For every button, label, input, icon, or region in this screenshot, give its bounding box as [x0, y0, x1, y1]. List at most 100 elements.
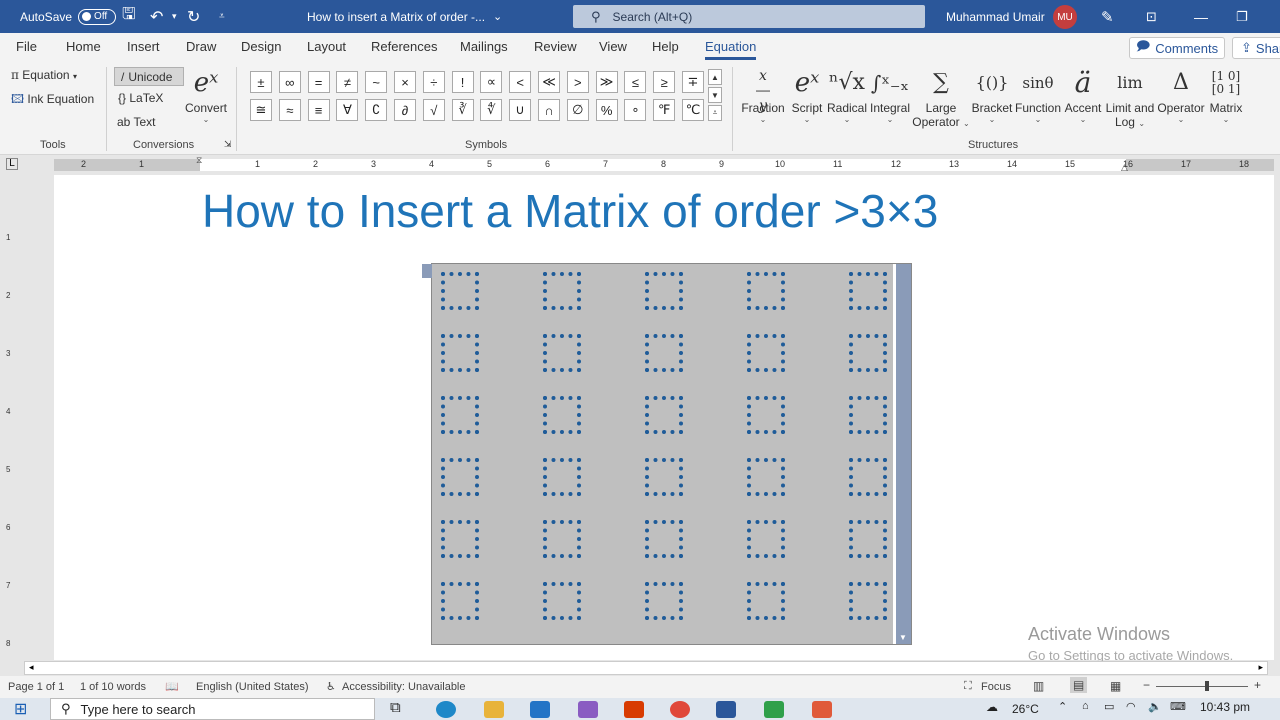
- gallery-up-icon[interactable]: ▲: [708, 69, 722, 85]
- convert-button[interactable]: eˣ Convert ⌄: [185, 65, 227, 124]
- matrix-placeholder[interactable]: [849, 520, 887, 558]
- matrix-placeholder[interactable]: [645, 334, 683, 372]
- matrix-placeholder[interactable]: [441, 334, 479, 372]
- accent-button[interactable]: ä Accent ⌄: [1062, 65, 1104, 124]
- symbol-button[interactable]: ∪: [509, 99, 532, 121]
- edge-icon[interactable]: [436, 701, 456, 718]
- matrix-placeholder[interactable]: [645, 520, 683, 558]
- battery-icon[interactable]: ▭: [1104, 700, 1114, 713]
- function-button[interactable]: sinθ Function ⌄: [1014, 65, 1062, 124]
- symbol-button[interactable]: ≠: [336, 71, 359, 93]
- tab-home[interactable]: Home: [66, 33, 101, 61]
- tray-chevron-icon[interactable]: ⌃: [1058, 700, 1067, 713]
- tab-references[interactable]: References: [371, 33, 437, 61]
- matrix-placeholder[interactable]: [645, 272, 683, 310]
- matrix-placeholder[interactable]: [441, 458, 479, 496]
- zoom-out-icon[interactable]: −: [1143, 678, 1150, 692]
- matrix-placeholder[interactable]: [645, 396, 683, 434]
- clock-time[interactable]: 10:43 pm: [1200, 700, 1250, 714]
- horizontal-ruler[interactable]: L 2 1 1 2 3 4 5 6 7 8 9 10 11 12 13 14 15 16 17 18 ⧖ △: [0, 155, 1280, 175]
- customize-toolbar-icon[interactable]: ⩡: [219, 0, 225, 33]
- zoom-slider-thumb[interactable]: [1205, 681, 1209, 691]
- redo-icon[interactable]: ↻: [187, 0, 200, 33]
- horizontal-scrollbar[interactable]: ◂ ▸: [24, 661, 1268, 675]
- temperature[interactable]: 26°C: [1012, 702, 1039, 716]
- indent-marker-icon[interactable]: ⧖: [196, 155, 202, 166]
- gallery-more-icon[interactable]: ⩡: [708, 105, 722, 121]
- matrix-placeholder[interactable]: [441, 520, 479, 558]
- share-button[interactable]: ⇪ Shar: [1232, 37, 1280, 59]
- matrix-placeholder[interactable]: [441, 582, 479, 620]
- volume-icon[interactable]: 🔈: [1148, 700, 1162, 713]
- symbol-button[interactable]: ∅: [566, 99, 589, 121]
- taskbar-search[interactable]: ⚲ Type here to search: [50, 698, 375, 720]
- matrix-placeholder[interactable]: [543, 334, 581, 372]
- tab-mailings[interactable]: Mailings: [460, 33, 508, 61]
- equation-button[interactable]: π Equation ▾: [11, 68, 77, 82]
- scroll-left-icon[interactable]: ◂: [29, 662, 34, 673]
- symbol-button[interactable]: ÷: [422, 71, 445, 93]
- script-button[interactable]: eˣ Script ⌄: [788, 65, 826, 124]
- symbol-button[interactable]: ≅: [250, 99, 272, 121]
- scroll-right-icon[interactable]: ▸: [1258, 662, 1263, 673]
- symbol-button[interactable]: !: [451, 71, 474, 93]
- equation-options-icon[interactable]: ▼: [899, 633, 907, 642]
- ink-equation-button[interactable]: 🖾 Ink Equation: [11, 90, 94, 111]
- symbol-button[interactable]: ∛: [451, 99, 474, 121]
- symbol-button[interactable]: ≈: [278, 99, 301, 121]
- symbol-button[interactable]: ≤: [624, 71, 647, 93]
- symbol-button[interactable]: <: [509, 71, 532, 93]
- matrix-placeholder[interactable]: [543, 582, 581, 620]
- symbol-button[interactable]: ∂: [394, 99, 416, 121]
- symbol-button[interactable]: %: [595, 99, 618, 121]
- weather-icon[interactable]: ☁: [986, 700, 998, 714]
- language[interactable]: English (United States): [196, 681, 309, 693]
- matrix-placeholder[interactable]: [849, 396, 887, 434]
- undo-dropdown-icon[interactable]: ▾: [172, 0, 177, 33]
- matrix-placeholder[interactable]: [543, 272, 581, 310]
- matrix-button[interactable]: [1 0] [0 1] Matrix ⌄: [1206, 65, 1246, 125]
- accessibility-icon[interactable]: ♿: [326, 680, 336, 693]
- matrix-placeholder[interactable]: [645, 582, 683, 620]
- print-layout-icon[interactable]: ▤: [1070, 677, 1088, 693]
- matrix-placeholder[interactable]: [543, 396, 581, 434]
- symbol-button[interactable]: ~: [365, 71, 388, 93]
- autosave-toggle[interactable]: Off: [78, 8, 117, 25]
- symbol-button[interactable]: ≫: [595, 71, 618, 93]
- comments-button[interactable]: 🗩 Comments: [1129, 37, 1225, 59]
- matrix-placeholder[interactable]: [849, 334, 887, 372]
- dialog-launcher-icon[interactable]: ⇲: [224, 139, 232, 150]
- save-icon[interactable]: 🖫: [122, 0, 136, 33]
- document-title-heading[interactable]: How to Insert a Matrix of order >3×3: [202, 184, 938, 238]
- network-icon[interactable]: ⌂: [1082, 700, 1089, 712]
- symbol-button[interactable]: =: [307, 71, 330, 93]
- tab-design[interactable]: Design: [241, 33, 281, 61]
- radical-button[interactable]: ⁿ√x Radical ⌄: [826, 65, 868, 124]
- ribbon-display-icon[interactable]: ⊡: [1146, 0, 1157, 33]
- task-view-icon[interactable]: ⧉: [390, 699, 401, 716]
- symbol-button[interactable]: ≪: [538, 71, 560, 93]
- matrix-placeholder[interactable]: [543, 520, 581, 558]
- chrome-icon[interactable]: [670, 701, 690, 718]
- tab-file[interactable]: File: [16, 33, 37, 61]
- wifi-icon[interactable]: ◠: [1126, 700, 1136, 713]
- right-indent-marker-icon[interactable]: △: [1121, 162, 1128, 173]
- symbol-button[interactable]: ±: [250, 71, 272, 93]
- gallery-down-icon[interactable]: ▼: [708, 87, 722, 103]
- matrix-placeholder[interactable]: [747, 520, 785, 558]
- matrix-placeholder[interactable]: [849, 272, 887, 310]
- symbol-button[interactable]: ≥: [653, 71, 676, 93]
- word-count[interactable]: 1 of 10 words: [80, 681, 146, 693]
- equation-options-bar[interactable]: ▼: [893, 264, 911, 644]
- word-icon[interactable]: [716, 701, 736, 718]
- symbol-button[interactable]: √: [422, 99, 445, 121]
- avatar[interactable]: MU: [1053, 5, 1077, 29]
- camtasia-icon[interactable]: [764, 701, 784, 718]
- tab-layout[interactable]: Layout: [307, 33, 346, 61]
- minimize-icon[interactable]: —: [1194, 0, 1208, 33]
- bracket-button[interactable]: {()} Bracket ⌄: [970, 65, 1014, 124]
- symbol-button[interactable]: ∝: [480, 71, 503, 93]
- search-box[interactable]: ⚲ Search (Alt+Q): [573, 5, 925, 28]
- matrix-placeholder[interactable]: [747, 272, 785, 310]
- accessibility-status[interactable]: Accessibility: Unavailable: [342, 681, 466, 693]
